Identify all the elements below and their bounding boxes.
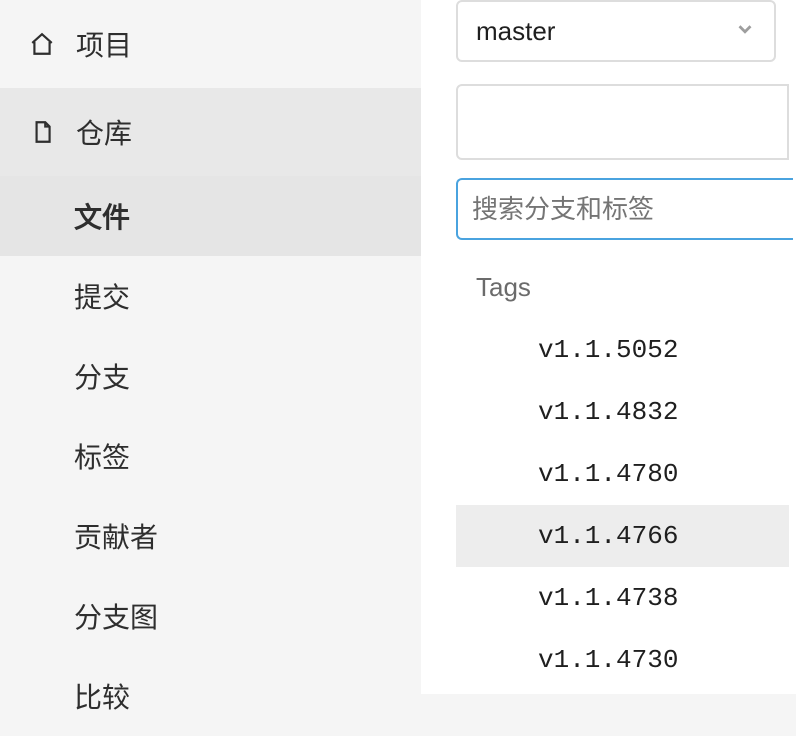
tag-item[interactable]: v1.1.4730 <box>456 629 789 691</box>
branch-selected-label: master <box>476 16 555 47</box>
tag-item-label: v1.1.4766 <box>538 521 678 551</box>
sidebar-sub-item-label: 提交 <box>74 282 130 313</box>
tag-item-label: v1.1.4832 <box>538 397 678 427</box>
tag-item[interactable]: v1.1.4766 <box>456 505 789 567</box>
search-input[interactable] <box>456 178 793 240</box>
right-panel: master Tags v1.1.5052v1.1.4832v1.1.4780v… <box>421 0 796 694</box>
chevron-down-icon <box>734 16 756 47</box>
sidebar-sub-item-label: 标签 <box>74 442 130 473</box>
tag-item-label: v1.1.4730 <box>538 645 678 675</box>
sidebar-item-repository[interactable]: 仓库 <box>0 88 421 176</box>
tag-item-label: v1.1.4738 <box>538 583 678 613</box>
branch-selector[interactable]: master <box>456 0 776 62</box>
sidebar-sub-item-label: 比较 <box>74 682 130 713</box>
tag-item[interactable]: v1.1.5052 <box>456 319 789 381</box>
sidebar-sub-item-label: 分支图 <box>74 602 158 633</box>
sidebar-sub-item[interactable]: 标签 <box>0 416 421 496</box>
sidebar-sub-item-label: 分支 <box>74 362 130 393</box>
content-box <box>456 84 789 160</box>
tag-list: v1.1.5052 v1.1.4832 v1.1.4780 v1.1.4766 v1.1… <box>456 319 789 691</box>
sidebar-sub-item[interactable]: 分支 <box>0 336 421 416</box>
sidebar-sub-item-label: 文件 <box>74 202 130 233</box>
home-icon <box>28 30 56 58</box>
sidebar-sub-item[interactable]: 提交 <box>0 256 421 336</box>
file-icon <box>28 118 56 146</box>
dropdown-panel: Tags v1.1.5052 v1.1.4832 v1.1.4780 v1.1.476… <box>456 178 796 691</box>
sidebar-sub-item-label: 贡献者 <box>74 522 158 553</box>
sidebar-item-label: 仓库 <box>76 112 132 152</box>
tags-section-label: Tags <box>476 272 796 303</box>
sidebar-item-label: 项目 <box>76 24 132 64</box>
sidebar-item-project[interactable]: 项目 <box>0 0 421 88</box>
sidebar-sub-item[interactable]: 贡献者 <box>0 496 421 576</box>
tag-item[interactable]: v1.1.4738 <box>456 567 789 629</box>
tag-item-label: v1.1.4780 <box>538 459 678 489</box>
tag-item-label: v1.1.5052 <box>538 335 678 365</box>
sidebar-sub-item[interactable]: 分支图 <box>0 576 421 656</box>
sidebar-sub-item[interactable]: 比较 <box>0 656 421 736</box>
tag-item[interactable]: v1.1.4780 <box>456 443 789 505</box>
sidebar-sub-item[interactable]: 文件 <box>0 176 421 256</box>
sidebar-sub-items: 文件提交分支标签贡献者分支图比较 <box>0 176 421 736</box>
sidebar: 项目 仓库 文件提交分支标签贡献者分支图比较 <box>0 0 421 694</box>
tag-item[interactable]: v1.1.4832 <box>456 381 789 443</box>
